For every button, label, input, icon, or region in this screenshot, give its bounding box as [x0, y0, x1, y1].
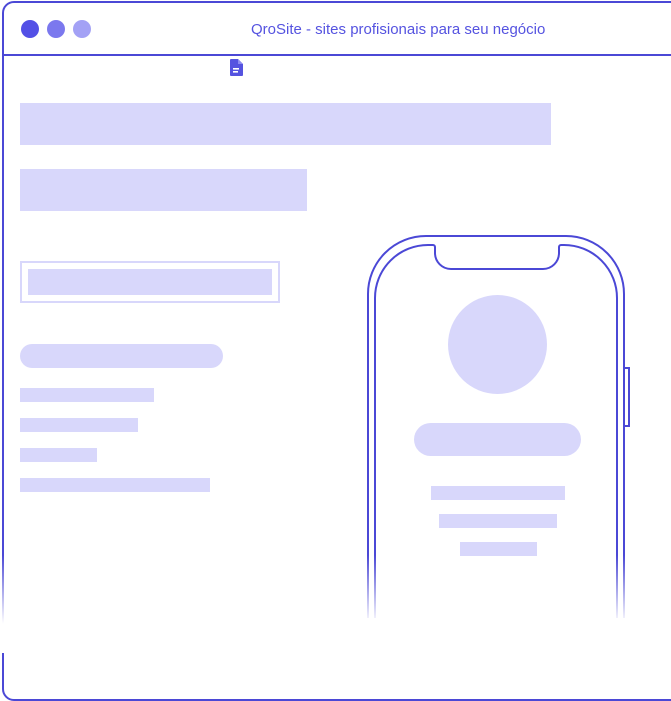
list-item: [20, 478, 210, 492]
close-dot-icon[interactable]: [21, 20, 39, 38]
hero-subheading-placeholder: [20, 169, 307, 211]
phone-avatar-placeholder: [448, 295, 547, 394]
phone-text-line: [460, 542, 537, 556]
cta-button-placeholder[interactable]: [20, 261, 280, 303]
cta-button-fill: [28, 269, 272, 295]
bottom-fade: [0, 555, 671, 653]
phone-text-line: [431, 486, 565, 500]
list-item: [20, 388, 154, 402]
section-pill-placeholder: [20, 344, 223, 368]
list-item: [20, 418, 138, 432]
window-titlebar: QroSite - sites profisionais para seu ne…: [4, 3, 671, 56]
maximize-dot-icon[interactable]: [73, 20, 91, 38]
hero-heading-placeholder: [20, 103, 551, 145]
window-title: QroSite - sites profisionais para seu ne…: [251, 21, 546, 38]
phone-text-line: [439, 514, 557, 528]
document-icon: [230, 59, 243, 76]
list-item: [20, 448, 97, 462]
phone-heading-placeholder: [414, 423, 581, 456]
minimize-dot-icon[interactable]: [47, 20, 65, 38]
